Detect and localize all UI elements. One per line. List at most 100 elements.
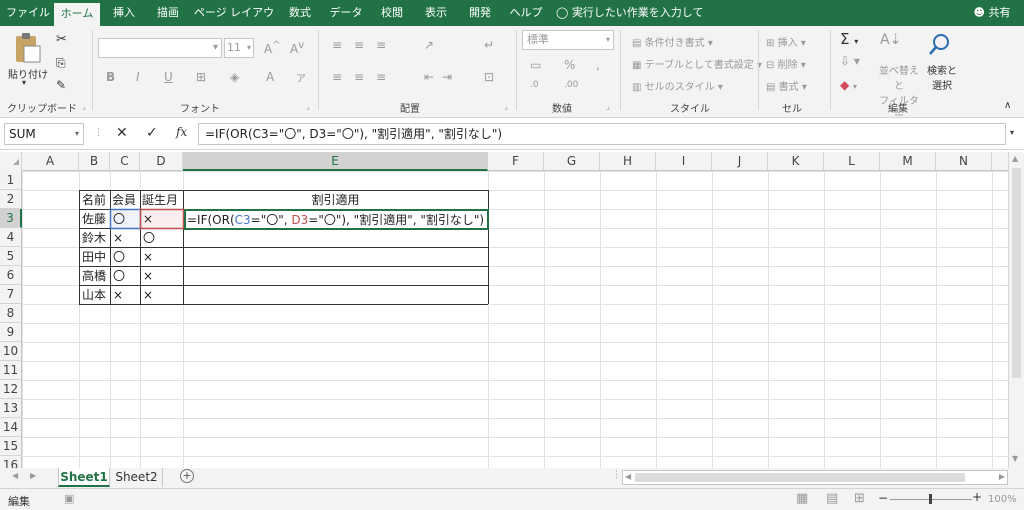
row-header-11[interactable]: 11 [0, 361, 22, 380]
phonetic-icon[interactable]: ア [296, 70, 306, 85]
tab-draw[interactable]: 描画 [148, 0, 188, 26]
bold-icon[interactable]: B [106, 70, 115, 84]
add-sheet-icon[interactable]: + [180, 469, 194, 483]
cell-b4[interactable]: 鈴木 [82, 229, 106, 247]
column-header-a[interactable]: A [22, 152, 79, 171]
indent-icons[interactable]: ⇤⇥ [424, 70, 460, 84]
clear-icon[interactable]: ◆ ▾ [840, 78, 857, 92]
macro-record-icon[interactable]: ▣ [64, 492, 74, 505]
vertical-scrollbar[interactable]: ▲ ▼ [1008, 152, 1024, 468]
font-name-combo[interactable]: ▾ [98, 38, 222, 58]
copy-icon[interactable]: ⎘ [56, 56, 66, 71]
fill-color-icon[interactable]: ◈ [230, 70, 239, 84]
column-header-j[interactable]: J [712, 152, 768, 171]
row-header-3[interactable]: 3 [0, 209, 22, 228]
wrap-text-icon[interactable]: ↵ [484, 38, 494, 52]
decrease-font-icon[interactable]: Av [290, 40, 304, 56]
increase-font-icon[interactable]: A^ [264, 40, 281, 56]
tab-formulas[interactable]: 数式 [280, 0, 320, 26]
tab-help[interactable]: ヘルプ [504, 0, 548, 26]
horizontal-align-icons[interactable]: ≡≡≡ [332, 70, 398, 84]
format-cells-button[interactable]: ▤ 書式 ▾ [766, 78, 807, 93]
borders-icon[interactable]: ⊞ [196, 70, 206, 84]
horizontal-scrollbar[interactable]: ◀ ▶ [622, 470, 1008, 485]
sort-filter-icon[interactable]: A⇣ [880, 32, 901, 48]
table-format-button[interactable]: ▦ テーブルとして書式設定 ▾ [632, 56, 762, 71]
tab-review[interactable]: 校閲 [372, 0, 412, 26]
cell-c3[interactable]: 〇 [113, 210, 125, 228]
column-header-h[interactable]: H [600, 152, 656, 171]
underline-icon[interactable]: U [164, 70, 173, 84]
column-header-m[interactable]: M [880, 152, 936, 171]
tab-insert[interactable]: 挿入 [104, 0, 144, 26]
select-all-corner[interactable]: ◢ [0, 152, 22, 171]
tab-data[interactable]: データ [326, 0, 366, 26]
cell-b5[interactable]: 田中 [82, 248, 106, 266]
number-format-combo[interactable]: 標準 ▾ [522, 30, 614, 50]
comma-icon[interactable]: , [596, 58, 600, 72]
paste-button[interactable] [12, 32, 42, 64]
row-header-6[interactable]: 6 [0, 266, 22, 285]
zoom-slider-thumb[interactable] [929, 494, 932, 504]
row-header-15[interactable]: 15 [0, 437, 22, 456]
normal-view-icon[interactable]: ▦ [796, 491, 808, 506]
column-header-c[interactable]: C [110, 152, 140, 171]
cell-d6[interactable]: × [143, 267, 153, 285]
scroll-sheets-left-icon[interactable]: ◀ [12, 471, 18, 480]
autosum-icon[interactable]: Σ ▾ [840, 30, 858, 48]
collapse-ribbon-icon[interactable]: ∧ [1004, 100, 1011, 111]
tab-developer[interactable]: 開発 [460, 0, 500, 26]
row-header-1[interactable]: 1 [0, 171, 22, 190]
cell-d2[interactable]: 誕生月 [142, 191, 178, 209]
sheet-tab-sheet2[interactable]: Sheet2 [111, 468, 163, 487]
row-header-2[interactable]: 2 [0, 190, 22, 209]
cell-d5[interactable]: × [143, 248, 153, 266]
tab-home[interactable]: ホーム [54, 3, 100, 26]
cell-c2[interactable]: 会員 [112, 191, 136, 209]
name-box-dropdown-icon[interactable]: ▾ [75, 124, 79, 144]
row-header-10[interactable]: 10 [0, 342, 22, 361]
zoom-level[interactable]: 100% [988, 494, 1017, 505]
tab-file[interactable]: ファイル [4, 0, 52, 26]
expand-formula-icon[interactable]: ▾ [1010, 128, 1014, 137]
cell-c6[interactable]: 〇 [113, 267, 125, 285]
zoom-out-icon[interactable]: − [878, 491, 888, 505]
currency-icon[interactable]: ▭ [530, 58, 541, 72]
orientation-icon[interactable]: ↗ [424, 38, 434, 52]
merge-center-icon[interactable]: ⊡ [484, 70, 494, 84]
row-header-8[interactable]: 8 [0, 304, 22, 323]
row-header-9[interactable]: 9 [0, 323, 22, 342]
vertical-align-icons[interactable]: ≡≡≡ [332, 38, 398, 52]
row-header-5[interactable]: 5 [0, 247, 22, 266]
alignment-launcher-icon[interactable]: ⌟ [504, 102, 508, 111]
tab-view[interactable]: 表示 [416, 0, 456, 26]
column-header-g[interactable]: G [544, 152, 600, 171]
page-break-view-icon[interactable]: ⊞ [854, 491, 865, 506]
column-header-k[interactable]: K [768, 152, 824, 171]
sheet-tab-sheet1[interactable]: Sheet1 [58, 468, 110, 487]
tab-page-layout[interactable]: ページ レイアウト [192, 0, 276, 45]
cancel-entry-icon[interactable]: ✕ [116, 125, 128, 141]
share-button[interactable]: ☻ 共有 [966, 0, 1018, 26]
clipboard-launcher-icon[interactable]: ⌟ [82, 102, 86, 111]
page-layout-view-icon[interactable]: ▤ [826, 491, 838, 506]
cell-d3[interactable]: × [143, 210, 153, 228]
scroll-down-icon[interactable]: ▼ [1012, 454, 1018, 463]
insert-function-icon[interactable]: fx [176, 125, 187, 139]
cell-c7[interactable]: × [113, 286, 123, 304]
column-header-e[interactable]: E [183, 152, 488, 171]
increase-decimal-icon[interactable]: .0 [530, 80, 539, 90]
row-header-14[interactable]: 14 [0, 418, 22, 437]
font-launcher-icon[interactable]: ⌟ [306, 102, 310, 111]
scroll-up-icon[interactable]: ▲ [1012, 154, 1018, 163]
horizontal-scroll-thumb[interactable] [635, 473, 965, 482]
formula-input[interactable]: =IF(OR(C3="〇", D3="〇"), "割引適用", "割引なし") [198, 123, 1006, 145]
cell-c4[interactable]: × [113, 229, 123, 247]
cell-d4[interactable]: 〇 [143, 229, 155, 247]
cell-c5[interactable]: 〇 [113, 248, 125, 266]
find-select-button[interactable] [928, 32, 952, 59]
conditional-format-button[interactable]: ▤ 条件付き書式 ▾ [632, 34, 713, 49]
cell-b7[interactable]: 山本 [82, 286, 106, 304]
cell-b3[interactable]: 佐藤 [82, 210, 106, 228]
delete-cells-button[interactable]: ⊟ 削除 ▾ [766, 56, 806, 71]
